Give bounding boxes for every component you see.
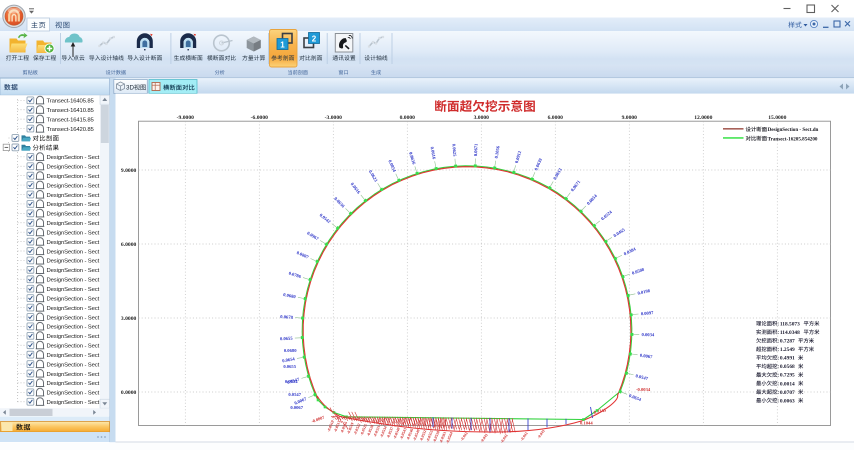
svg-text:2: 2 [312,35,317,44]
svg-text:0.0067: 0.0067 [290,405,303,410]
svg-text:DesignSection - Sect: DesignSection - Sect [47,278,100,284]
svg-text:9.0000: 9.0000 [121,168,137,174]
svg-text:114.0348: 114.0348 [780,330,800,336]
svg-text:DesignSection - Sect: DesignSection - Sect [47,353,100,359]
svg-text:118.5073: 118.5073 [780,321,800,327]
svg-text:0.0034: 0.0034 [642,332,655,337]
svg-text:DesignSection - Sect: DesignSection - Sect [47,306,100,312]
svg-text:3.0000: 3.0000 [474,115,490,121]
svg-text:0.7287: 0.7287 [780,339,795,345]
svg-text:DesignSection - Sect: DesignSection - Sect [47,240,100,246]
svg-text:0.0680: 0.0680 [284,348,297,353]
svg-text:12.0000: 12.0000 [694,115,712,121]
svg-text:0.0655: 0.0655 [283,364,296,369]
svg-text:DesignSection - Sect: DesignSection - Sect [47,221,100,227]
svg-text:Transect-16415.85: Transect-16415.85 [47,117,95,123]
svg-text:6.0000: 6.0000 [548,115,564,121]
svg-text:6.0000: 6.0000 [121,242,137,248]
svg-text:Transect-16420.85: Transect-16420.85 [47,127,95,133]
svg-text:-3.0000: -3.0000 [325,115,342,121]
svg-text:DesignSection - Sect: DesignSection - Sect [47,174,100,180]
svg-text:DesignSection - Sect: DesignSection - Sect [47,165,100,171]
svg-text:DesignSection - Sect: DesignSection - Sect [47,230,100,236]
svg-text:DesignSection - Sect: DesignSection - Sect [47,325,100,331]
svg-text:DesignSection - Sect: DesignSection - Sect [47,315,100,321]
svg-text:DesignSection - Sect: DesignSection - Sect [47,259,100,265]
svg-text:DesignSection - Sect: DesignSection - Sect [47,202,100,208]
svg-text:0.0000: 0.0000 [121,390,137,396]
svg-text:DesignSection - Sect: DesignSection - Sect [47,268,100,274]
svg-text:0.0654: 0.0654 [285,379,298,384]
svg-text:0.0678: 0.0678 [280,314,294,320]
svg-text:3D: 3D [126,85,135,92]
svg-text:0.0568: 0.0568 [780,364,795,370]
svg-text:0.0547: 0.0547 [288,392,301,397]
svg-text:0.0707: 0.0707 [780,390,795,396]
svg-text:DesignSection - Sect: DesignSection - Sect [47,183,100,189]
svg-text:0.0625: 0.0625 [451,144,457,158]
svg-text:3.0000: 3.0000 [121,316,137,322]
svg-text:DesignSection - Sect: DesignSection - Sect [47,362,100,368]
svg-text:DesignSection - Sect: DesignSection - Sect [47,296,100,302]
svg-text:DesignSection - Sect: DesignSection - Sect [47,334,100,340]
svg-text:0.7295: 0.7295 [780,373,795,379]
svg-text:DesignSection - Sect: DesignSection - Sect [47,155,100,161]
svg-text:0.0655: 0.0655 [280,336,294,342]
svg-text:Transect-16410.85: Transect-16410.85 [47,108,95,114]
svg-text:0.0014: 0.0014 [780,381,795,387]
svg-text:1.2549: 1.2549 [780,347,795,353]
svg-text:9.0000: 9.0000 [622,115,638,121]
svg-text:DesignSection - Sect: DesignSection - Sect [47,287,100,293]
svg-text:-0.0034: -0.0034 [636,387,651,392]
svg-text:15.0000: 15.0000 [768,115,786,121]
svg-text:0.4991: 0.4991 [780,356,795,362]
svg-text:Transect-16205.854200: Transect-16205.854200 [768,136,818,142]
svg-text:0.0671: 0.0671 [473,143,479,157]
svg-text:DesignSection - Sect: DesignSection - Sect [47,391,100,397]
svg-text:DesignSection - Sect.dn: DesignSection - Sect.dn [768,127,819,133]
svg-text:1: 1 [280,41,285,50]
svg-text:DesignSection - Sect: DesignSection - Sect [47,193,100,199]
svg-text:DesignSection - Sect: DesignSection - Sect [47,344,100,350]
svg-text:0.1044: 0.1044 [580,421,593,426]
svg-text:Transect-16405.85: Transect-16405.85 [47,99,95,105]
svg-text:0.0063: 0.0063 [780,398,795,404]
svg-text:0.0000: 0.0000 [400,115,416,121]
svg-text:DesignSection - Sect: DesignSection - Sect [47,381,100,387]
svg-text:DesignSection - Sect: DesignSection - Sect [47,212,100,218]
svg-text:DesignSection - Sect: DesignSection - Sect [47,249,100,255]
svg-text:DesignSection - Sect: DesignSection - Sect [47,372,100,378]
svg-text:-6.0000: -6.0000 [251,115,268,121]
svg-text:DesignSection - Sect: DesignSection - Sect [47,400,100,406]
svg-text:-9.0000: -9.0000 [177,115,194,121]
